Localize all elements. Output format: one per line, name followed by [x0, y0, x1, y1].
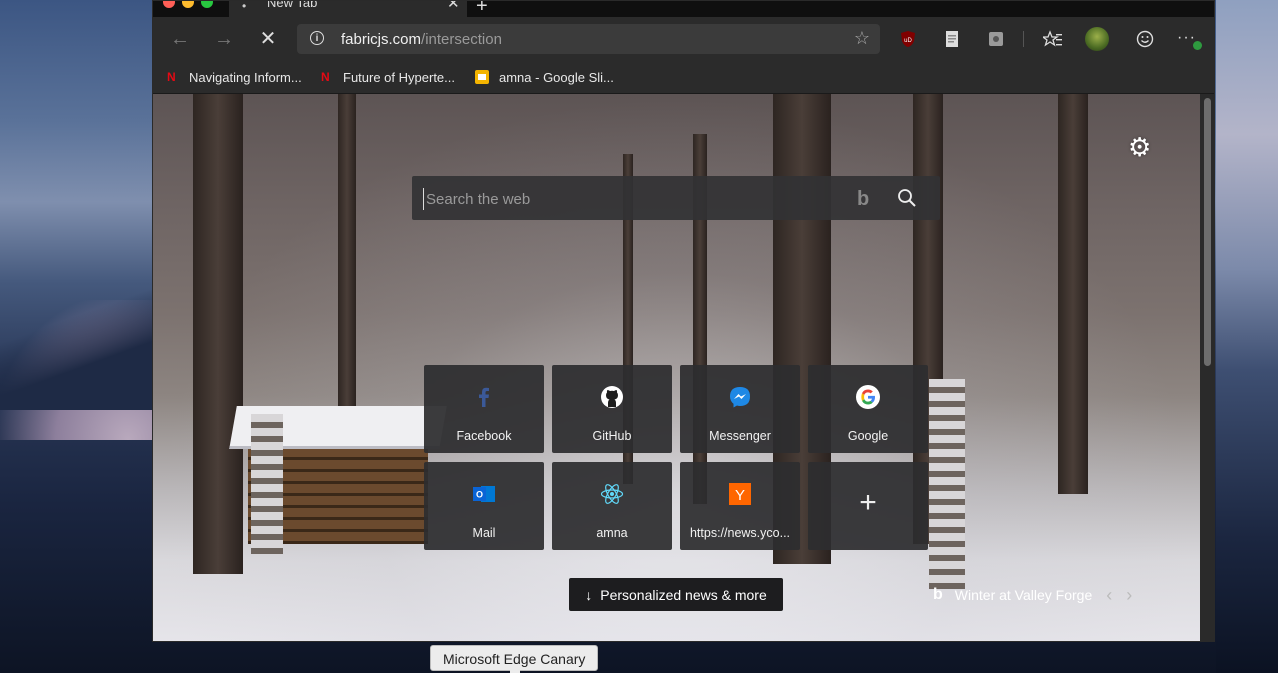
- chevron-right-icon[interactable]: ›: [1126, 585, 1132, 606]
- reader-extension-icon[interactable]: [942, 29, 962, 49]
- tab-close-icon[interactable]: ✕: [447, 1, 460, 12]
- url-path: /intersection: [421, 31, 502, 48]
- svg-text:uD: uD: [904, 38, 912, 44]
- svg-text:Y: Y: [735, 487, 745, 504]
- scrollbar-thumb[interactable]: [1204, 98, 1211, 366]
- top-site-tile[interactable]: O Mail: [424, 462, 544, 550]
- top-site-tile[interactable]: Messenger: [680, 365, 800, 453]
- tile-label: Google: [847, 429, 889, 443]
- tile-label: Facebook: [456, 429, 512, 443]
- google-slides-icon: [475, 70, 489, 84]
- bookmark-item[interactable]: N Future of Hyperte...: [321, 67, 455, 87]
- minimize-window-button[interactable]: [182, 1, 194, 8]
- forward-button[interactable]: →: [212, 27, 236, 51]
- facebook-icon: [479, 387, 489, 407]
- address-url: fabricjs.com/intersection: [341, 31, 502, 48]
- page-settings-gear-icon[interactable]: ⚙: [1128, 134, 1151, 160]
- stop-loading-button[interactable]: ✕: [256, 27, 280, 51]
- outlook-icon: O: [473, 486, 495, 502]
- netflix-icon: N: [321, 70, 330, 84]
- toolbar: ← → ✕ i fabricjs.com/intersection ☆ uD ·…: [153, 17, 1214, 61]
- back-button[interactable]: ←: [168, 27, 192, 51]
- messenger-icon: [730, 387, 750, 408]
- profile-avatar[interactable]: [1085, 27, 1109, 51]
- stone-chimney: [251, 414, 283, 554]
- bookmark-item[interactable]: amna - Google Sli...: [475, 67, 614, 87]
- bookmark-label: amna - Google Sli...: [499, 69, 614, 85]
- add-site-tile[interactable]: +: [808, 462, 928, 550]
- bing-logo-icon: b: [933, 586, 943, 603]
- feedback-smiley-icon[interactable]: [1135, 29, 1155, 49]
- search-input[interactable]: [423, 188, 848, 210]
- top-site-tile[interactable]: Facebook: [424, 365, 544, 453]
- ublock-origin-icon[interactable]: uD: [898, 29, 918, 49]
- screenshot-extension-icon[interactable]: [986, 29, 1006, 49]
- bookmark-label: Navigating Inform...: [189, 69, 302, 85]
- chevron-left-icon[interactable]: ‹: [1106, 585, 1112, 606]
- tab-title: New Tab: [267, 0, 318, 10]
- tile-label: Messenger: [709, 429, 771, 443]
- bookmark-item[interactable]: N Navigating Inform...: [167, 67, 302, 87]
- github-icon: [601, 386, 623, 408]
- bookmark-label: Future of Hyperte...: [343, 69, 455, 85]
- search-box[interactable]: b: [412, 176, 940, 220]
- favorites-icon[interactable]: [1043, 29, 1063, 49]
- image-title: Winter at Valley Forge: [954, 587, 1093, 603]
- news-button-label: Personalized news & more: [600, 586, 767, 603]
- tile-label: GitHub: [592, 429, 632, 443]
- update-badge: [1193, 41, 1202, 50]
- title-bar: • New Tab ✕ +: [153, 1, 1214, 17]
- background-tree: [1058, 94, 1088, 494]
- tile-label: amna: [596, 526, 628, 540]
- loading-icon: •: [242, 0, 247, 13]
- arrow-down-icon: ↓: [585, 586, 593, 603]
- url-domain: fabricjs.com: [341, 31, 422, 48]
- top-site-tile[interactable]: Google: [808, 365, 928, 453]
- svg-text:O: O: [476, 490, 483, 500]
- netflix-icon: N: [167, 70, 176, 84]
- tile-label: https://news.yco...: [689, 526, 791, 540]
- top-site-tile[interactable]: amna: [552, 462, 672, 550]
- desktop-wallpaper-right: [1216, 0, 1278, 673]
- address-bar[interactable]: i fabricjs.com/intersection ☆: [297, 24, 880, 54]
- toolbar-divider: [1023, 31, 1024, 47]
- stone-chimney: [929, 379, 965, 589]
- react-icon: [600, 484, 624, 504]
- close-window-button[interactable]: [163, 1, 175, 8]
- site-info-icon[interactable]: i: [310, 31, 324, 45]
- google-icon: [856, 385, 880, 409]
- new-tab-button[interactable]: +: [476, 1, 488, 18]
- page-scrollbar[interactable]: [1200, 94, 1214, 641]
- search-icon[interactable]: [896, 187, 918, 209]
- top-site-tile[interactable]: GitHub: [552, 365, 672, 453]
- personalized-news-button[interactable]: ↓ Personalized news & more: [569, 578, 783, 611]
- top-site-tile[interactable]: Y https://news.yco...: [680, 462, 800, 550]
- bing-logo-icon: b: [857, 188, 870, 210]
- ycombinator-icon: Y: [729, 483, 751, 505]
- tooltip-tail: [510, 668, 520, 673]
- zoom-window-button[interactable]: [201, 1, 213, 8]
- background-image-info[interactable]: b Winter at Valley Forge ‹ ›: [933, 584, 1132, 606]
- tab-new-tab[interactable]: • New Tab ✕: [229, 0, 467, 17]
- browser-window: • New Tab ✕ + ← → ✕ i fabricjs.com/inter…: [152, 0, 1215, 642]
- favorite-star-icon[interactable]: ☆: [854, 28, 870, 49]
- desktop-mountain: [0, 290, 160, 410]
- new-tab-page: ⚙ b Facebook GitHub: [153, 94, 1200, 641]
- tile-label: Mail: [472, 526, 496, 540]
- background-tree: [193, 94, 243, 574]
- add-icon: +: [859, 486, 877, 519]
- bookmarks-bar: N Navigating Inform... N Future of Hyper…: [153, 61, 1214, 94]
